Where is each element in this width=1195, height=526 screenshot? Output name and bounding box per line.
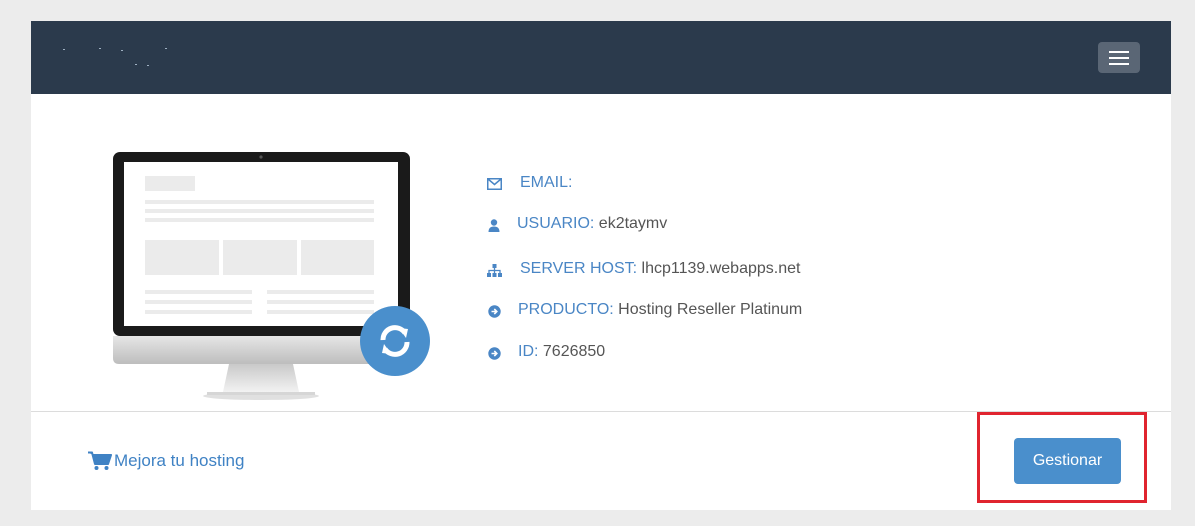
sync-icon [380, 325, 410, 357]
arrow-circle-right-icon [486, 345, 502, 361]
id-value: 7626850 [538, 343, 606, 360]
user-row: USUARIO: ek2taymv [486, 215, 667, 233]
server-label: SERVER HOST: [520, 260, 638, 277]
card-footer: Mejora tu hosting Gestionar [31, 412, 1171, 510]
sitemap-icon [486, 262, 502, 278]
arrow-circle-right-icon [486, 303, 502, 319]
sync-badge [360, 306, 430, 376]
shopping-cart-icon [88, 451, 112, 470]
envelope-icon [486, 176, 502, 192]
hamburger-icon [1109, 51, 1129, 53]
id-row: ID: 7626850 [486, 343, 605, 361]
server-value: lhcp1139.webapps.net [637, 260, 801, 277]
server-row: SERVER HOST: lhcp1139.webapps.net [486, 260, 800, 278]
logo[interactable] [59, 45, 179, 69]
user-icon [486, 217, 502, 233]
product-row: PRODUCTO: Hosting Reseller Platinum [486, 301, 802, 319]
user-value: ek2taymv [594, 215, 668, 232]
hosting-card: EMAIL: USUARIO: ek2taymv SERVER HOST: lh… [31, 21, 1171, 510]
manage-button[interactable]: Gestionar [1014, 438, 1121, 484]
user-label: USUARIO: [517, 215, 595, 232]
id-label: ID: [518, 343, 539, 360]
product-label: PRODUCTO: [518, 301, 614, 318]
upgrade-hosting-label: Mejora tu hosting [114, 451, 245, 470]
upgrade-hosting-link[interactable]: Mejora tu hosting [88, 451, 244, 471]
product-value: Hosting Reseller Platinum [613, 301, 803, 318]
hamburger-menu-button[interactable] [1098, 42, 1140, 73]
email-label: EMAIL: [520, 174, 573, 191]
monitor-illustration [113, 152, 410, 400]
email-row: EMAIL: [486, 174, 572, 192]
account-details-section: EMAIL: USUARIO: ek2taymv SERVER HOST: lh… [31, 94, 1171, 411]
top-navbar [31, 21, 1171, 94]
